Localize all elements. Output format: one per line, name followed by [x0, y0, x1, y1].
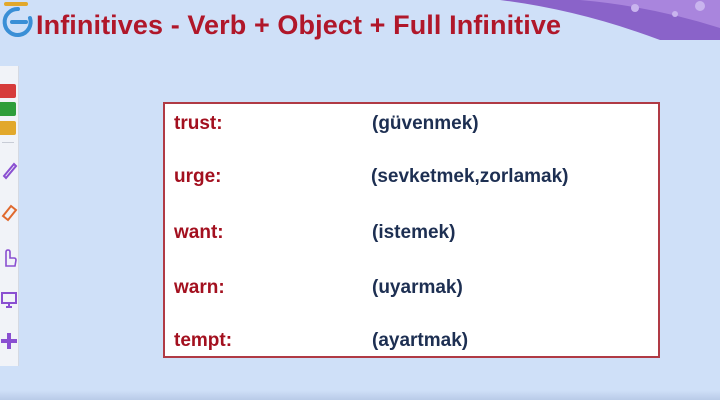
toolbar-divider: [2, 142, 14, 143]
bottom-shadow: [0, 390, 720, 400]
vocab-meaning: (uyarmak): [372, 277, 463, 298]
vocab-row: warn: (uyarmak): [165, 277, 658, 307]
vocab-word: urge:: [174, 166, 222, 187]
pen-icon[interactable]: [0, 158, 18, 180]
vocab-meaning: (güvenmek): [372, 113, 479, 134]
pointer-hand-icon[interactable]: [0, 246, 18, 268]
red-color-swatch[interactable]: [0, 84, 16, 98]
add-icon[interactable]: [0, 330, 18, 352]
yellow-color-swatch[interactable]: [0, 121, 16, 135]
vocab-meaning: (ayartmak): [372, 330, 469, 351]
app-logo: [0, 0, 40, 40]
screen-icon[interactable]: [0, 288, 18, 310]
slide-title: Infinitives - Verb + Object + Full Infin…: [36, 10, 562, 40]
vocabulary-card: trust: (güvenmek) urge: (sevketmek,zorla…: [163, 102, 660, 358]
vocab-row: trust: (güvenmek): [165, 113, 658, 143]
vocab-meaning: (istemek): [372, 222, 456, 243]
vocab-row: tempt: (ayartmak): [165, 330, 658, 360]
eraser-icon[interactable]: [0, 200, 18, 222]
vocab-word: warn:: [174, 277, 225, 298]
vocab-row: urge: (sevketmek,zorlamak): [165, 166, 658, 196]
green-color-swatch[interactable]: [0, 102, 16, 116]
vocab-meaning: (sevketmek,zorlamak): [371, 166, 569, 187]
vocab-word: want:: [174, 222, 224, 243]
vocab-word: tempt:: [174, 330, 233, 351]
vocab-word: trust:: [174, 113, 223, 134]
vocab-row: want: (istemek): [165, 222, 658, 252]
left-toolbar: [0, 66, 19, 366]
